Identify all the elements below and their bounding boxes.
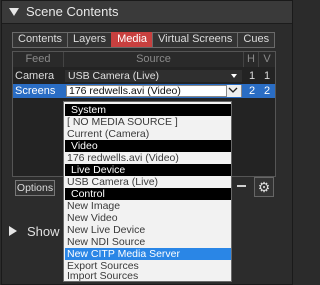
source-combo-open[interactable]: 176 redwells.avi (Video) bbox=[66, 85, 242, 97]
column-header-source[interactable]: Source bbox=[64, 52, 244, 67]
dropdown-item[interactable]: New Live Device bbox=[65, 224, 231, 236]
column-header-feed[interactable]: Feed bbox=[13, 52, 64, 67]
feed-cell: Camera bbox=[15, 70, 55, 82]
dropdown-item[interactable]: 176 redwells.avi (Video) bbox=[65, 152, 231, 164]
dropdown-item-highlighted[interactable]: New CITP Media Server bbox=[65, 248, 231, 260]
feed-cell: Screens bbox=[15, 85, 56, 97]
dropdown-item[interactable]: New Image bbox=[65, 200, 231, 212]
tab-media[interactable]: Media bbox=[111, 32, 154, 47]
dropdown-item[interactable]: Current (Camera) bbox=[65, 128, 231, 140]
show-section[interactable]: Show bbox=[3, 223, 63, 241]
source-value: USB Camera (Live) bbox=[68, 70, 160, 82]
source-combo[interactable]: USB Camera (Live) bbox=[65, 70, 242, 82]
table-row[interactable]: Camera USB Camera (Live) 1 1 bbox=[13, 69, 275, 83]
tab-contents[interactable]: Contents bbox=[12, 32, 69, 47]
tab-virtual-screens[interactable]: Virtual Screens bbox=[152, 32, 239, 47]
column-header-h[interactable]: H bbox=[244, 52, 259, 67]
panel-title: Scene Contents bbox=[26, 4, 119, 19]
combo-button[interactable] bbox=[226, 85, 241, 97]
options-button[interactable]: Options bbox=[15, 180, 55, 196]
chevron-down-icon bbox=[228, 87, 238, 93]
column-header-v[interactable]: V bbox=[259, 52, 275, 67]
table-row-selected[interactable]: Screens 176 redwells.avi (Video) 2 2 bbox=[13, 84, 275, 98]
h-cell: 1 bbox=[249, 70, 256, 82]
dropdown-item[interactable]: [ NO MEDIA SOURCE ] bbox=[65, 116, 231, 128]
v-cell: 2 bbox=[264, 85, 271, 97]
minus-icon[interactable] bbox=[237, 185, 246, 187]
gear-icon[interactable]: ⚙ bbox=[254, 177, 274, 197]
tab-layers[interactable]: Layers bbox=[67, 32, 113, 47]
expand-triangle-icon[interactable] bbox=[9, 226, 17, 236]
dropdown-item[interactable]: New Video bbox=[65, 212, 231, 224]
dropdown-header-live-device: Live Device bbox=[65, 164, 231, 176]
v-cell: 1 bbox=[264, 70, 271, 82]
source-value: 176 redwells.avi (Video) bbox=[69, 85, 181, 97]
show-section-label: Show bbox=[27, 224, 60, 239]
dropdown-item[interactable]: USB Camera (Live) bbox=[65, 176, 231, 188]
tab-divider bbox=[12, 47, 275, 48]
dropdown-header-control: Control bbox=[65, 188, 231, 200]
chevron-down-icon[interactable] bbox=[231, 74, 237, 78]
tab-bar: Contents Layers Media Virtual Screens Cu… bbox=[12, 32, 276, 47]
h-cell: 2 bbox=[249, 85, 256, 97]
dropdown-header-video: Video bbox=[65, 140, 231, 152]
collapse-triangle-icon[interactable] bbox=[9, 8, 19, 16]
dropdown-header-system: System bbox=[65, 104, 231, 116]
source-dropdown-list: System [ NO MEDIA SOURCE ] Current (Came… bbox=[63, 101, 232, 282]
dropdown-item[interactable]: Import Sources bbox=[65, 270, 231, 282]
dropdown-item[interactable]: New NDI Source bbox=[65, 236, 231, 248]
panel-titlebar[interactable]: Scene Contents bbox=[2, 1, 292, 24]
tab-cues[interactable]: Cues bbox=[237, 32, 276, 47]
